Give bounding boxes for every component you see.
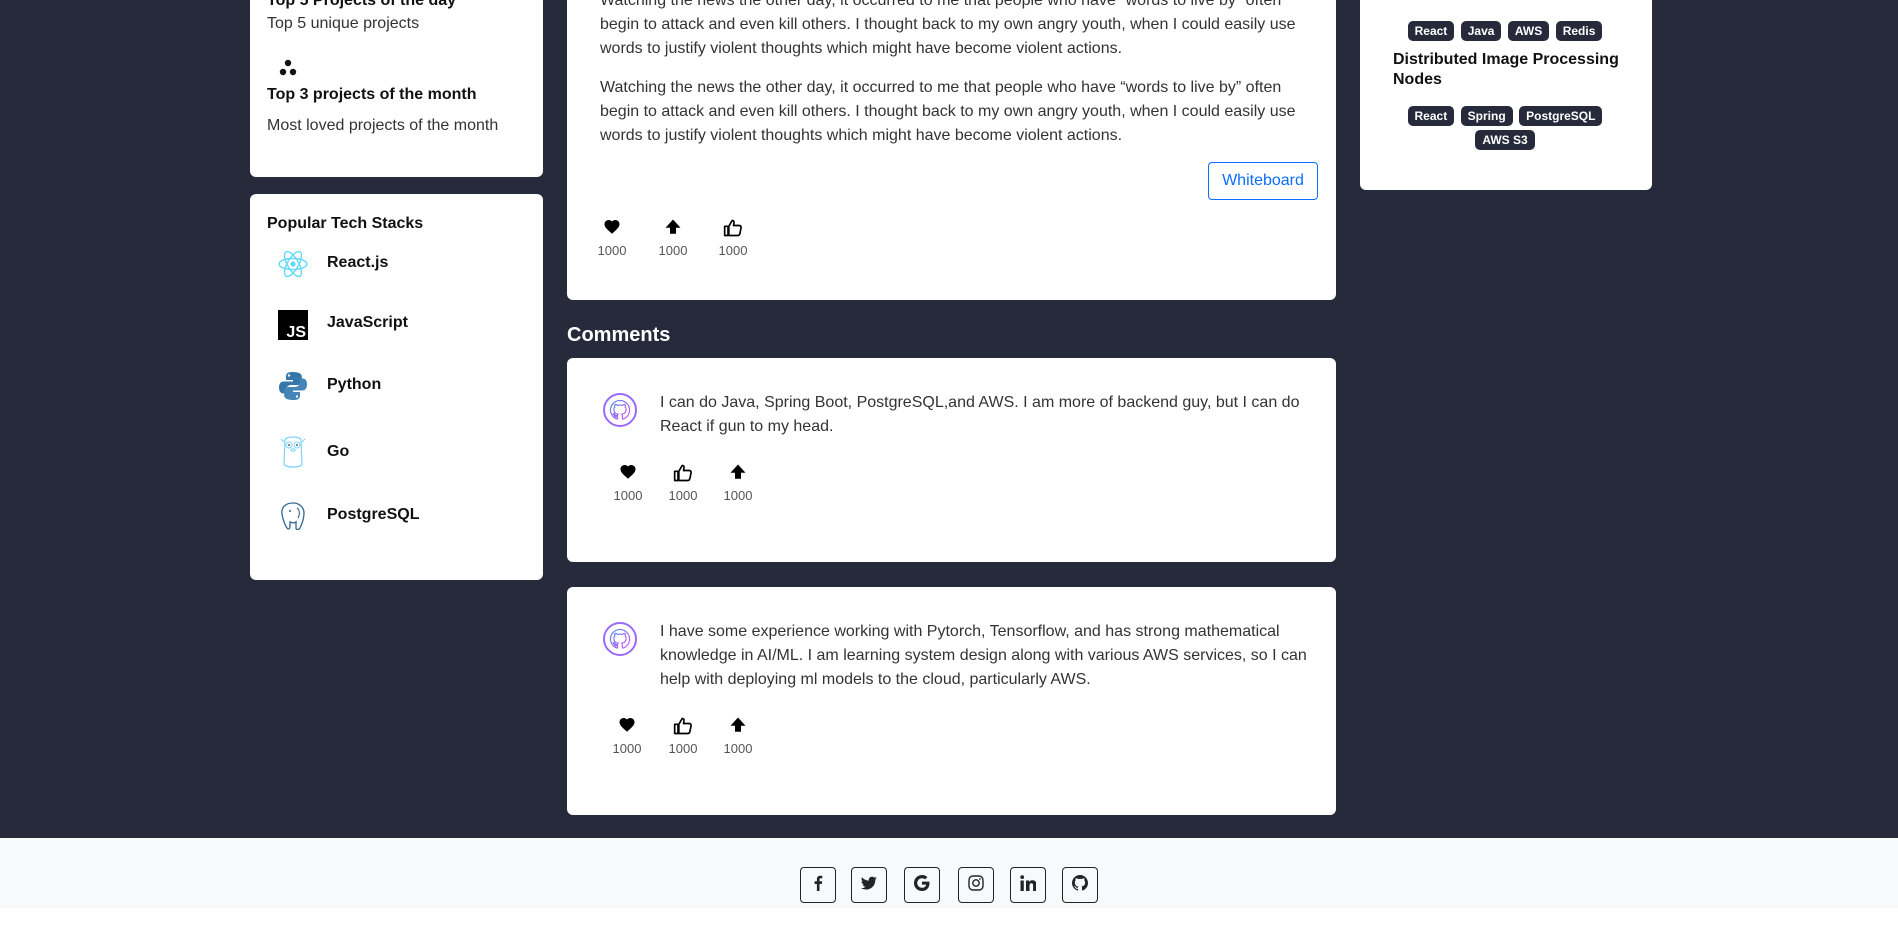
tech-tag: Spring bbox=[1460, 106, 1513, 126]
comment-thumbs-up-count: 1000 bbox=[668, 488, 698, 503]
instagram-icon bbox=[968, 874, 984, 896]
thumbs-up-icon bbox=[713, 218, 753, 240]
footer-bottom-strip bbox=[0, 908, 1898, 928]
tech-stacks-title: Popular Tech Stacks bbox=[267, 215, 424, 232]
twitter-button[interactable] bbox=[851, 867, 887, 903]
tech-tag: AWS S3 bbox=[1475, 130, 1535, 150]
comment-thumbs-up-reaction[interactable]: 1000 bbox=[663, 463, 703, 503]
facebook-button[interactable] bbox=[800, 867, 836, 903]
heart-icon bbox=[592, 218, 632, 240]
comment-upvote-count: 1000 bbox=[723, 488, 753, 503]
project-tags: React Spring PostgreSQL bbox=[1360, 105, 1650, 127]
upvote-arrow-icon bbox=[718, 463, 758, 485]
tech-tag: PostgreSQL bbox=[1519, 106, 1603, 126]
post-paragraph-1: Watching the news the other day, it occu… bbox=[600, 0, 1296, 57]
tech-item-javascript[interactable]: JavaScript bbox=[327, 314, 408, 332]
comment-heart-reaction[interactable]: 1000 bbox=[608, 463, 648, 503]
comment-heart-reaction[interactable]: 1000 bbox=[607, 716, 647, 756]
tech-tag: React bbox=[1407, 21, 1455, 41]
twitter-icon bbox=[861, 875, 877, 896]
post-heart-reaction[interactable]: 1000 bbox=[592, 218, 632, 258]
linkedin-button[interactable] bbox=[1010, 867, 1046, 903]
project-tags: AWS S3 bbox=[1360, 129, 1650, 151]
react-icon bbox=[277, 248, 309, 280]
google-button[interactable] bbox=[904, 867, 940, 903]
go-gopher-icon bbox=[277, 436, 309, 468]
tech-tag: AWS bbox=[1507, 21, 1550, 41]
comment-thumbs-up-count: 1000 bbox=[668, 741, 698, 756]
github-icon[interactable] bbox=[603, 622, 637, 656]
post-heart-count: 1000 bbox=[597, 243, 627, 258]
post-thumbs-up-count: 1000 bbox=[718, 243, 748, 258]
project-tags: React Java AWS Redis bbox=[1360, 20, 1650, 42]
tech-item-reactjs[interactable]: React.js bbox=[327, 254, 388, 272]
project-title[interactable]: Distributed Image Processing Nodes bbox=[1393, 50, 1633, 90]
upvote-arrow-icon bbox=[653, 218, 693, 240]
comment-card bbox=[567, 358, 1336, 562]
svg-text:JS: JS bbox=[286, 324, 306, 340]
github-button[interactable] bbox=[1062, 867, 1098, 903]
comment-upvote-count: 1000 bbox=[723, 741, 753, 756]
top5-projects-desc: Top 5 unique projects bbox=[267, 15, 420, 32]
tech-item-postgresql[interactable]: PostgreSQL bbox=[327, 506, 419, 524]
top-projects-card: Top 5 Projects of the day Top 5 unique p… bbox=[250, 0, 543, 177]
top5-projects-title[interactable]: Top 5 Projects of the day bbox=[267, 0, 456, 10]
post-upvote-count: 1000 bbox=[658, 243, 688, 258]
postgresql-icon bbox=[277, 500, 309, 532]
whiteboard-button[interactable]: Whiteboard bbox=[1208, 162, 1318, 200]
footer bbox=[0, 838, 1898, 908]
comment-upvote-reaction[interactable]: 1000 bbox=[718, 463, 758, 503]
comment-heart-count: 1000 bbox=[613, 488, 643, 503]
comment-text: I can do Java, Spring Boot, PostgreSQL,a… bbox=[660, 394, 1300, 435]
comment-thumbs-up-reaction[interactable]: 1000 bbox=[663, 716, 703, 756]
comment-heart-count: 1000 bbox=[612, 741, 642, 756]
comment-text: I have some experience working with Pyto… bbox=[660, 623, 1307, 688]
post-upvote-reaction[interactable]: 1000 bbox=[653, 218, 693, 258]
top3-projects-title[interactable]: Top 3 projects of the month bbox=[267, 86, 476, 104]
thumbs-up-icon bbox=[663, 716, 703, 738]
post-paragraph-2: Watching the news the other day, it occu… bbox=[600, 79, 1296, 144]
linkedin-icon bbox=[1020, 874, 1037, 896]
github-icon bbox=[1072, 874, 1088, 896]
tech-item-go[interactable]: Go bbox=[327, 443, 349, 461]
comments-heading: Comments bbox=[567, 324, 671, 346]
heart-icon bbox=[608, 463, 648, 485]
javascript-icon: JS bbox=[277, 309, 309, 341]
instagram-button[interactable] bbox=[958, 867, 994, 903]
python-icon bbox=[277, 370, 309, 402]
upvote-arrow-icon bbox=[718, 716, 758, 738]
tech-tag: Redis bbox=[1555, 21, 1603, 41]
facebook-icon bbox=[810, 875, 826, 896]
post-thumbs-up-reaction[interactable]: 1000 bbox=[713, 218, 753, 258]
tech-tag: React bbox=[1407, 106, 1455, 126]
thumbs-up-icon bbox=[663, 463, 703, 485]
github-icon[interactable] bbox=[603, 393, 637, 427]
comment-upvote-reaction[interactable]: 1000 bbox=[718, 716, 758, 756]
heart-icon bbox=[607, 716, 647, 738]
three-dots-icon bbox=[278, 58, 298, 83]
tech-tag: Java bbox=[1460, 21, 1502, 41]
top3-projects-desc: Most loved projects of the month bbox=[267, 117, 499, 134]
google-icon bbox=[914, 874, 930, 896]
tech-item-python[interactable]: Python bbox=[327, 376, 381, 394]
